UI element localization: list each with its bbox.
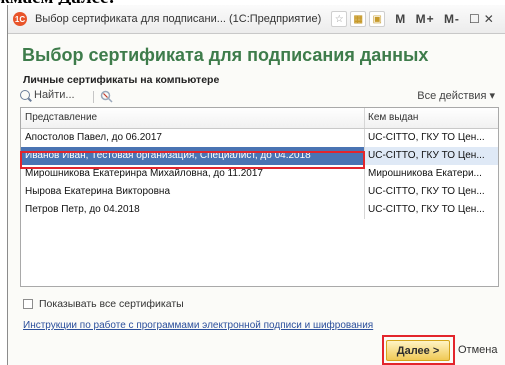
memory-buttons: M M+ M- xyxy=(395,12,465,26)
table-row[interactable]: Петров Петр, до 04.2018 UC-CITTO, ГКУ ТО… xyxy=(21,201,498,219)
next-button[interactable]: Далее > xyxy=(386,340,450,361)
cell-name: Мирошникова Екатеринра Михайловна, до 11… xyxy=(21,165,365,183)
cell-name: Нырова Екатерина Викторовна xyxy=(21,183,365,201)
memory-mplus-button[interactable]: M+ xyxy=(416,12,435,26)
close-icon[interactable]: ✕ xyxy=(484,12,494,26)
find-button[interactable]: Найти... xyxy=(20,89,75,101)
certificates-table: Представление Кем выдан Апостолов Павел,… xyxy=(20,107,499,287)
show-all-checkbox[interactable] xyxy=(23,299,33,309)
cell-name: Иванов Иван, Тестовая организация, Специ… xyxy=(21,147,365,165)
memory-mminus-button[interactable]: M- xyxy=(444,12,460,26)
all-actions-menu[interactable]: Все действия ▾ xyxy=(417,89,495,102)
cancel-button[interactable]: Отмена xyxy=(458,344,497,356)
list-toolbar: Найти... Все действия ▾ xyxy=(20,89,495,105)
cell-issuer: Мирошникова Екатери... xyxy=(368,168,482,179)
column-header-name[interactable]: Представление xyxy=(21,108,365,128)
cell-issuer: UC-CITTO, ГКУ ТО Цен... xyxy=(368,132,485,143)
page-title: Выбор сертификата для подписания данных xyxy=(22,45,429,65)
maximize-icon[interactable]: ☐ xyxy=(469,12,480,26)
section-title: Личные сертификаты на компьютере xyxy=(23,74,220,86)
onec-app-icon: 1C xyxy=(13,12,27,26)
table-row[interactable]: Апостолов Павел, до 06.2017 UC-CITTO, ГК… xyxy=(21,129,498,147)
show-all-label: Показывать все сертификаты xyxy=(39,298,184,310)
instructions-link[interactable]: Инструкции по работе с программами элект… xyxy=(23,320,373,331)
grid-icon[interactable]: ▦ xyxy=(350,11,367,27)
dialog-window: 1C Выбор сертификата для подписани... (1… xyxy=(7,5,505,365)
cell-name: Петров Петр, до 04.2018 xyxy=(21,201,365,219)
window-title: Выбор сертификата для подписани... (1С:П… xyxy=(35,13,322,25)
favorite-star-icon[interactable]: ☆ xyxy=(331,11,348,27)
table-row-selected[interactable]: Иванов Иван, Тестовая организация, Специ… xyxy=(21,147,498,165)
column-header-issuer[interactable]: Кем выдан xyxy=(365,108,498,128)
table-row[interactable]: Мирошникова Екатеринра Михайловна, до 11… xyxy=(21,165,498,183)
cell-issuer: UC-CITTO, ГКУ ТО Цен... xyxy=(368,204,485,215)
table-header: Представление Кем выдан xyxy=(21,108,498,129)
cancel-search-button[interactable] xyxy=(100,90,114,103)
cell-issuer: UC-CITTO, ГКУ ТО Цен... xyxy=(365,147,498,165)
dialog-footer: Далее > Отмена xyxy=(8,333,505,365)
show-all-toggle[interactable]: Показывать все сертификаты xyxy=(23,298,184,310)
calendar-icon[interactable]: ▣ xyxy=(369,11,386,27)
table-row[interactable]: Нырова Екатерина Викторовна UC-CITTO, ГК… xyxy=(21,183,498,201)
memory-m-button[interactable]: M xyxy=(395,12,406,26)
toolbar-separator xyxy=(93,91,94,103)
find-button-label: Найти... xyxy=(34,89,75,101)
title-bar: 1C Выбор сертификата для подписани... (1… xyxy=(8,5,505,34)
cell-name: Апостолов Павел, до 06.2017 xyxy=(21,129,365,147)
cancel-search-icon xyxy=(100,90,113,103)
search-icon xyxy=(20,90,30,100)
cell-issuer: UC-CITTO, ГКУ ТО Цен... xyxy=(368,186,485,197)
